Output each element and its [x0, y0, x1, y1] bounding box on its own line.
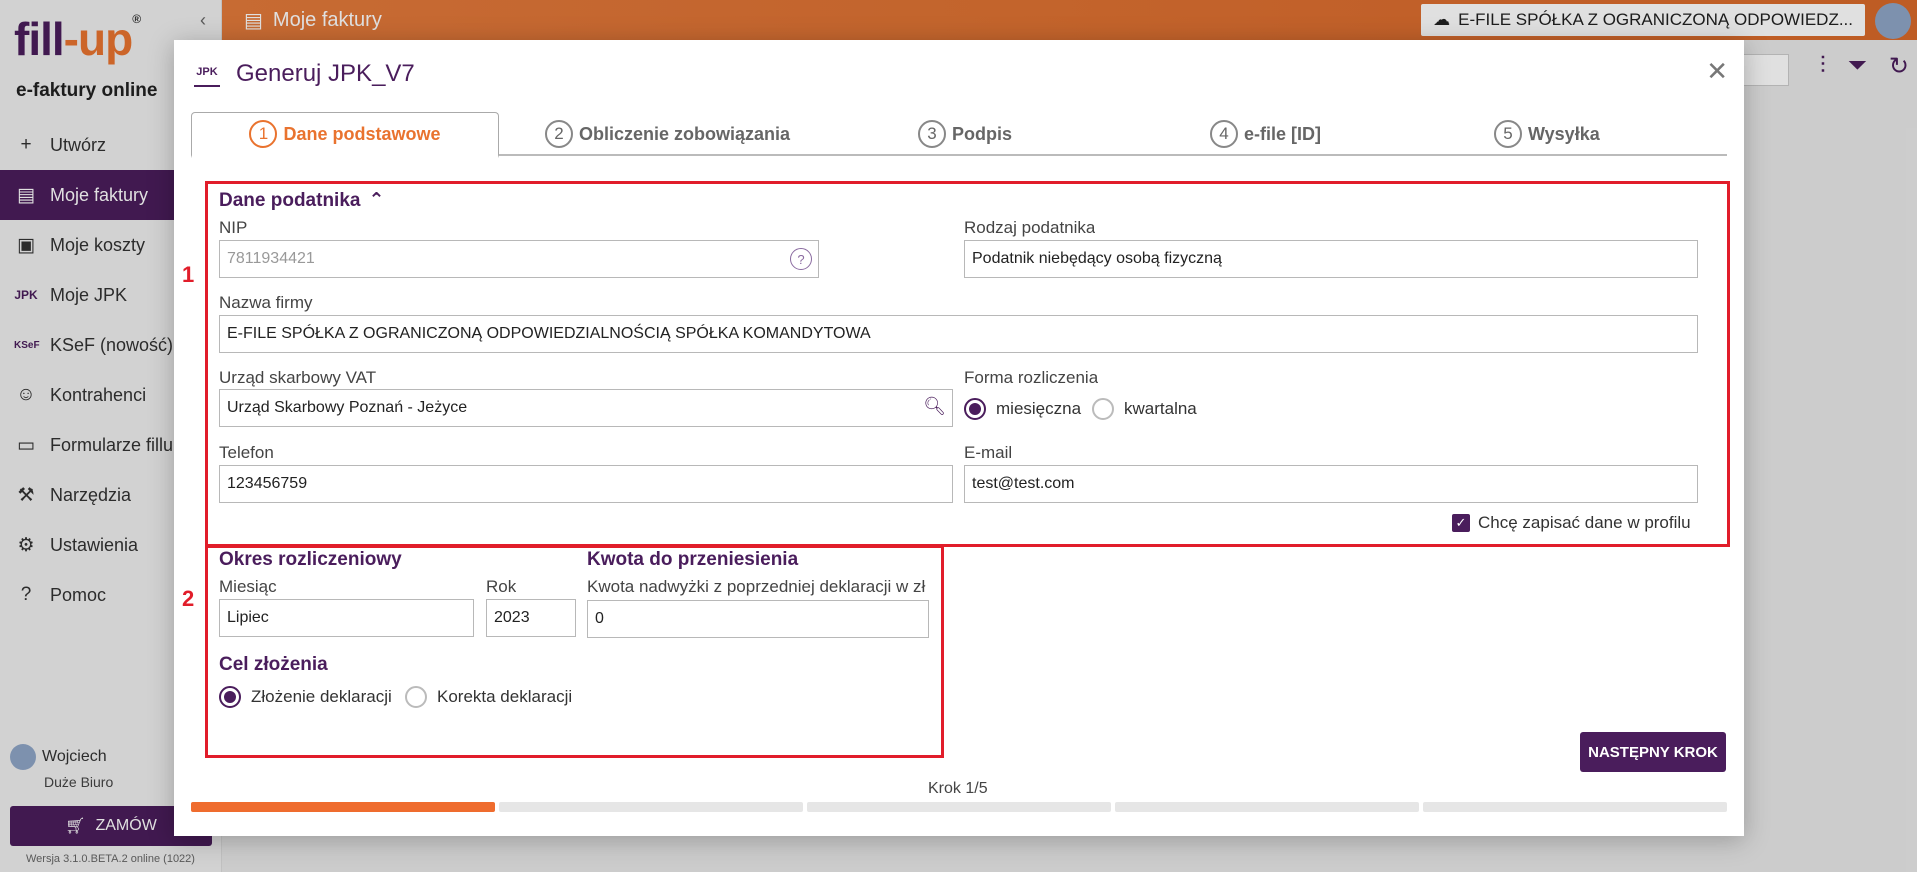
tab-label: Dane podstawowe — [283, 123, 441, 144]
year-field[interactable]: 2023 — [486, 599, 576, 637]
progress-segment — [1115, 802, 1419, 812]
wizard-tabs: 1 Dane podstawowe 2 Obliczenie zobowiązani… — [191, 112, 1727, 158]
radio-unselected-icon — [1092, 398, 1114, 420]
phone-field[interactable]: 123456759 — [219, 465, 953, 503]
tab-label: Obliczenie zobowiązania — [579, 123, 791, 144]
email-value: test@test.com — [972, 475, 1075, 492]
taxpayer-type-field[interactable]: Podatnik niebędący osobą fizyczną — [964, 240, 1698, 278]
next-step-button[interactable]: NASTĘPNY KROK — [1580, 732, 1726, 772]
step-indicator: Krok 1/5 — [928, 780, 988, 797]
purpose-submit-radio[interactable]: Złożenie deklaracji — [219, 686, 392, 708]
year-value: 2023 — [494, 609, 530, 626]
step-number: 1 — [249, 120, 278, 148]
radio-selected-icon — [964, 398, 986, 420]
tax-office-label: Urząd skarbowy VAT — [219, 368, 377, 387]
email-label: E-mail — [964, 443, 1013, 462]
tab-label: e-file [ID] — [1244, 123, 1322, 144]
progress-segment — [1423, 802, 1727, 812]
progress-segment — [191, 802, 495, 812]
radio-unselected-icon — [405, 686, 427, 708]
help-icon[interactable]: ? — [790, 248, 812, 270]
taxpayer-section-toggle[interactable]: Dane podatnika ⌃ — [219, 189, 384, 212]
step-number: 3 — [918, 120, 946, 148]
generate-jpk-modal: JPK Generuj JPK_V7 ✕ 1 Dane podstawowe 2O… — [174, 40, 1744, 836]
tab-efile-id[interactable]: 4 e-file [ID] — [1210, 112, 1321, 156]
section-title: Dane podatnika — [219, 189, 361, 211]
email-field[interactable]: test@test.com — [964, 465, 1698, 503]
step-number: 4 — [1210, 120, 1238, 148]
carry-amount-value: 0 — [595, 610, 604, 627]
carry-amount-field[interactable]: 0 — [587, 600, 929, 638]
tab-obliczenie-zobowiazania[interactable]: 2 Obliczenie zobowiązania — [545, 112, 790, 156]
tax-office-field[interactable]: Urząd Skarbowy Poznań - Jeżyce 🔍︎ — [219, 389, 953, 427]
carry-amount-label: Kwota nadwyżki z poprzedniej deklaracji … — [587, 577, 926, 596]
settlement-label: Forma rozliczenia — [964, 368, 1099, 387]
company-name-value: E-FILE SPÓŁKA Z OGRANICZONĄ ODPOWIEDZIAL… — [227, 325, 871, 342]
nip-label: NIP — [219, 218, 248, 237]
close-icon[interactable]: ✕ — [1706, 56, 1728, 87]
step-number: 5 — [1494, 120, 1522, 148]
phone-value: 123456759 — [227, 475, 308, 492]
purpose-correction-radio[interactable]: Korekta deklaracji — [405, 686, 572, 708]
checkbox-label: Chcę zapisać dane w profilu — [1478, 513, 1691, 532]
nip-field[interactable]: 7811934421? — [219, 240, 819, 278]
tax-office-value: Urząd Skarbowy Poznań - Jeżyce — [227, 399, 468, 416]
checkmark-icon: ✓ — [1452, 514, 1470, 532]
period-section-title: Okres rozliczeniowy — [219, 549, 402, 570]
progress-segment — [807, 802, 1111, 812]
purpose-section-title: Cel złożenia — [219, 654, 328, 675]
tab-wysylka[interactable]: 5 Wysyłka — [1494, 112, 1600, 156]
nip-value: 7811934421 — [227, 250, 315, 267]
radio-label: miesięczna — [996, 399, 1082, 418]
annotation-marker-1: 1 — [182, 262, 195, 287]
month-label: Miesiąc — [219, 577, 277, 596]
tab-podpis[interactable]: 3 Podpis — [918, 112, 1012, 156]
radio-label: Złożenie deklaracji — [251, 687, 392, 706]
save-profile-checkbox[interactable]: ✓ Chcę zapisać dane w profilu — [1452, 513, 1691, 533]
progress-bar — [191, 802, 1727, 812]
tab-label: Wysyłka — [1528, 123, 1600, 144]
month-value: Lipiec — [227, 609, 269, 626]
tab-dane-podstawowe[interactable]: 1 Dane podstawowe — [191, 112, 499, 158]
tab-label: Podpis — [952, 123, 1013, 144]
carry-section-title: Kwota do przeniesienia — [587, 549, 799, 570]
radio-label: Korekta deklaracji — [437, 687, 573, 706]
settlement-monthly-radio[interactable]: miesięczna — [964, 398, 1081, 420]
year-label: Rok — [486, 577, 517, 596]
month-field[interactable]: Lipiec — [219, 599, 474, 637]
progress-segment — [499, 802, 803, 812]
jpk-icon: JPK — [194, 61, 220, 87]
settlement-quarterly-radio[interactable]: kwartalna — [1092, 398, 1197, 420]
modal-title: Generuj JPK_V7 — [236, 60, 415, 87]
search-icon[interactable]: 🔍︎ — [923, 396, 946, 417]
taxpayer-type-value: Podatnik niebędący osobą fizyczną — [972, 250, 1222, 267]
company-name-field[interactable]: E-FILE SPÓŁKA Z OGRANICZONĄ ODPOWIEDZIAL… — [219, 315, 1698, 353]
radio-selected-icon — [219, 686, 241, 708]
radio-label: kwartalna — [1124, 399, 1197, 418]
step-number: 2 — [545, 120, 573, 148]
phone-label: Telefon — [219, 443, 274, 462]
company-name-label: Nazwa firmy — [219, 293, 313, 312]
annotation-marker-2: 2 — [182, 586, 195, 611]
taxpayer-type-label: Rodzaj podatnika — [964, 218, 1096, 237]
chevron-up-icon: ⌃ — [368, 190, 385, 211]
